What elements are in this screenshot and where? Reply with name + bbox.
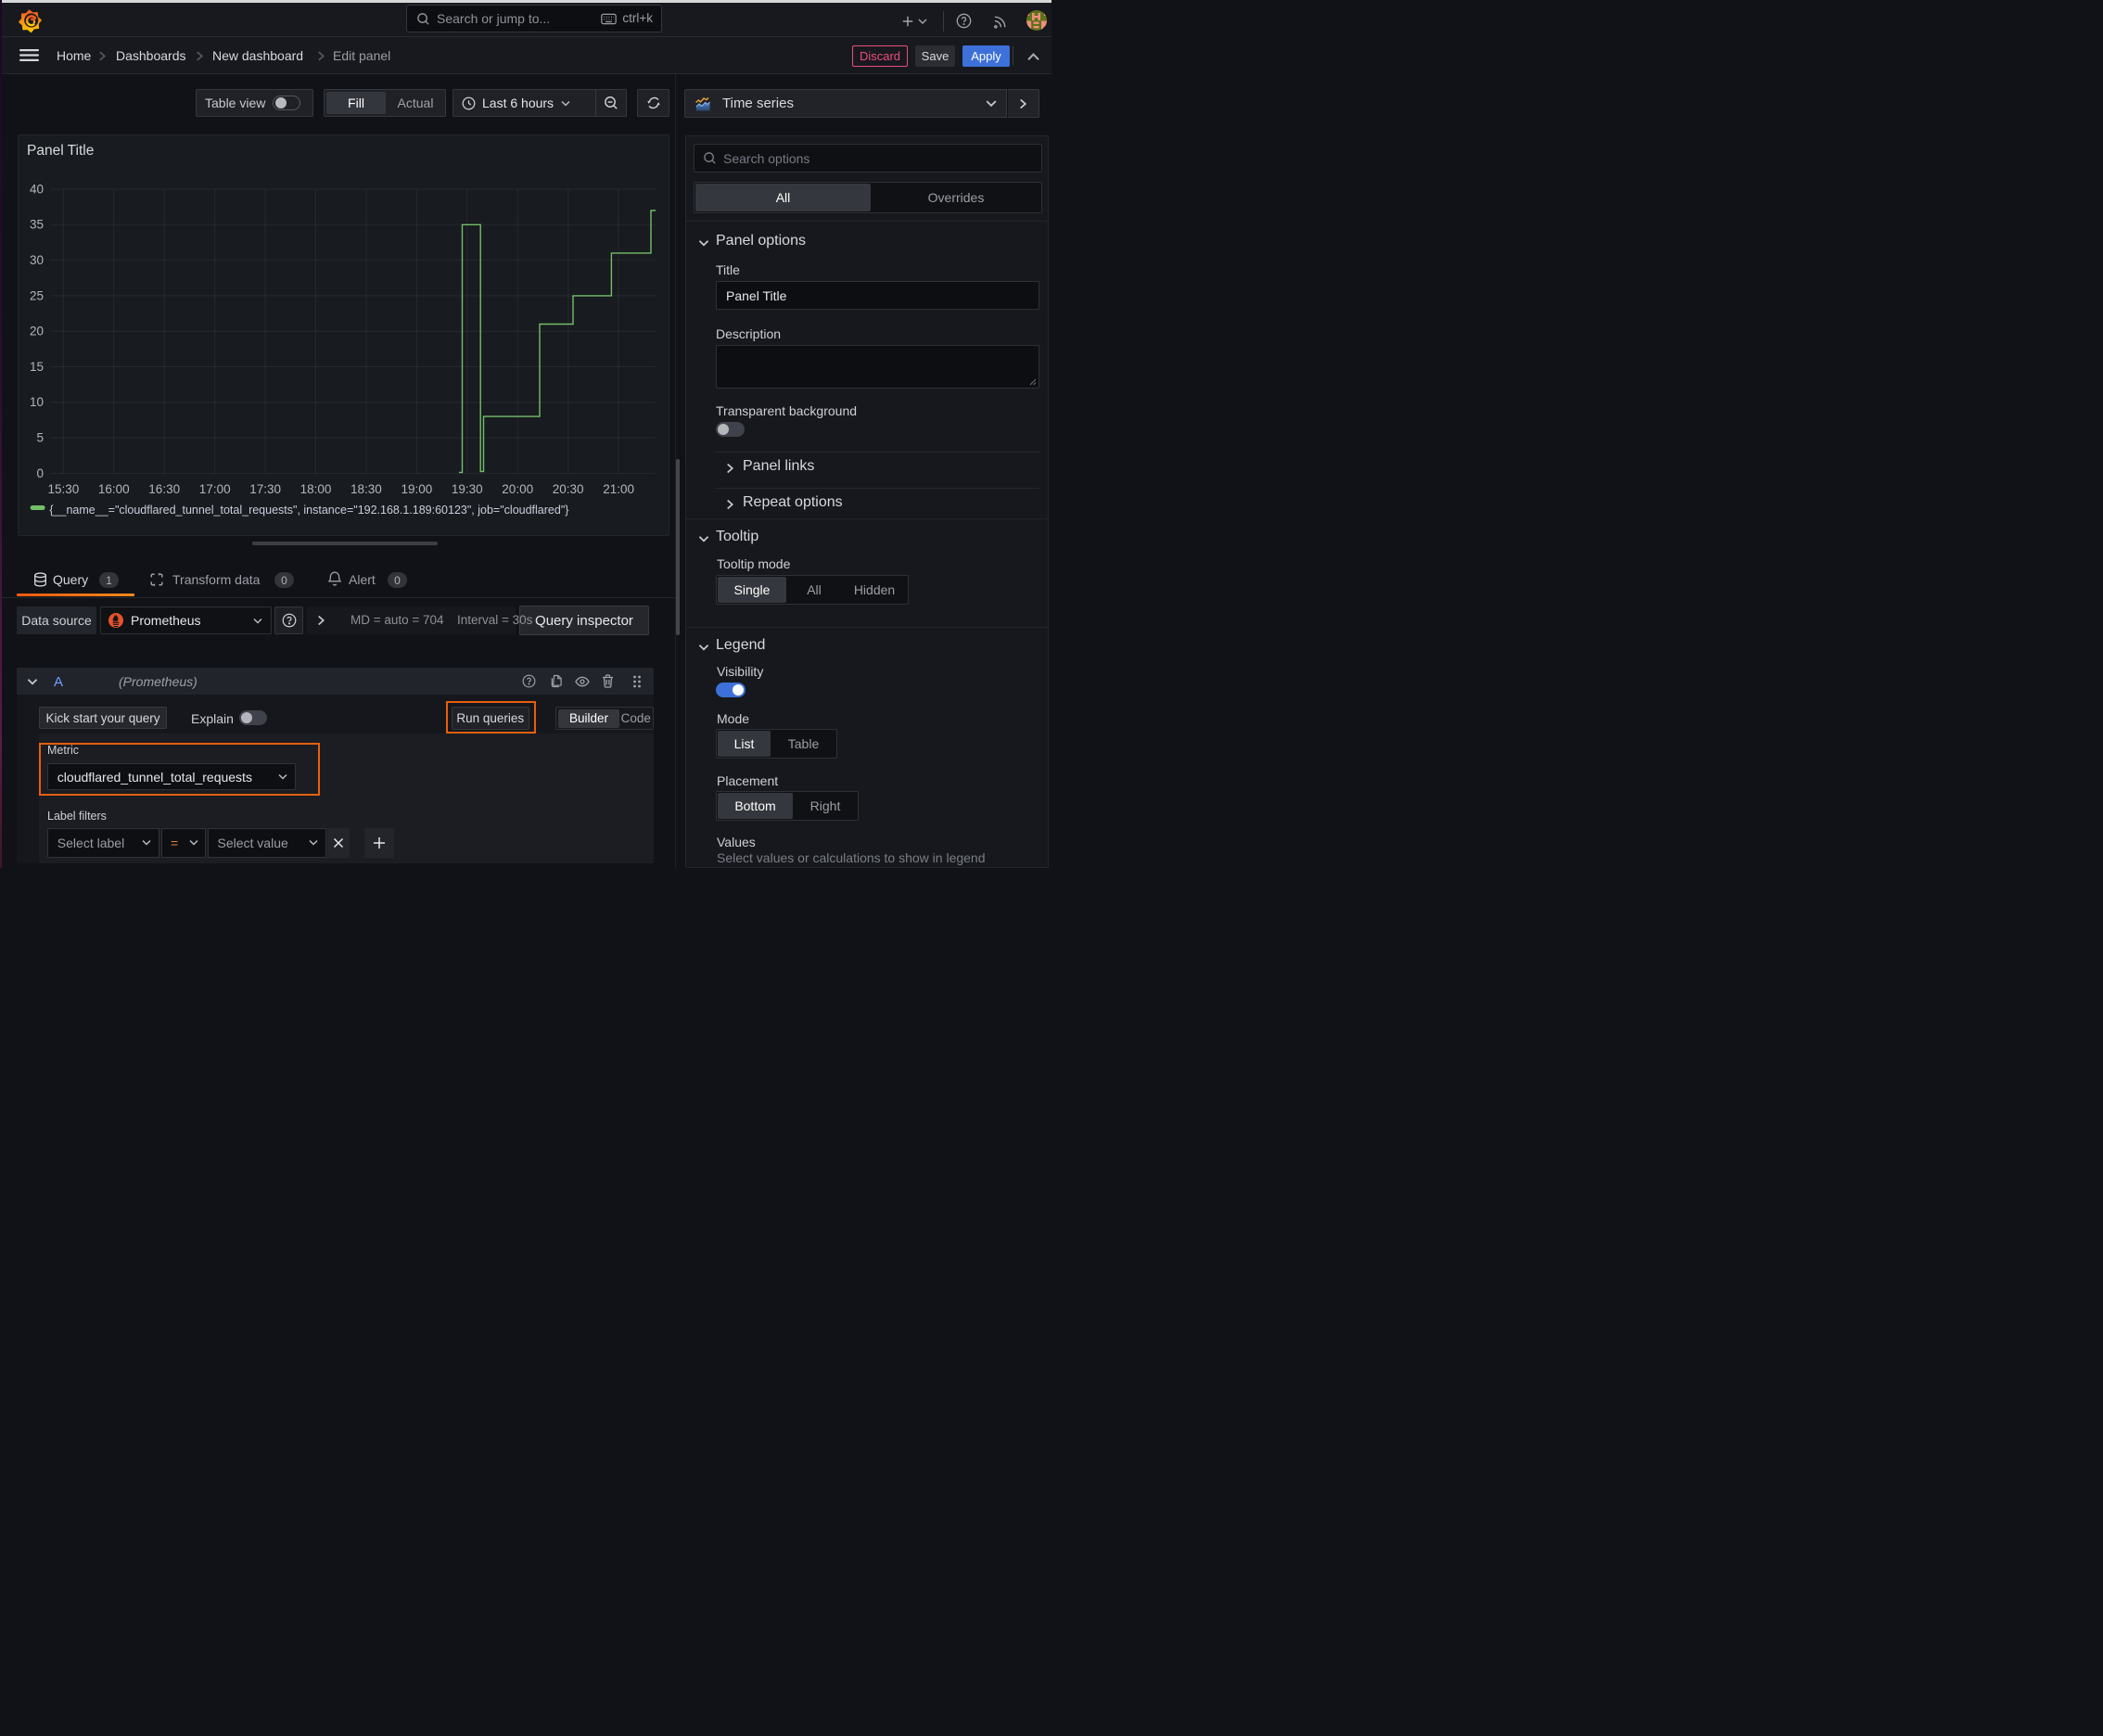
svg-text:16:00: 16:00 xyxy=(98,482,130,496)
svg-text:20: 20 xyxy=(30,325,44,338)
svg-text:5: 5 xyxy=(36,431,44,445)
svg-text:17:00: 17:00 xyxy=(199,482,231,496)
svg-text:19:30: 19:30 xyxy=(452,482,483,496)
svg-text:40: 40 xyxy=(30,182,44,196)
svg-text:18:00: 18:00 xyxy=(300,482,332,496)
svg-text:30: 30 xyxy=(30,253,44,267)
svg-text:21:00: 21:00 xyxy=(603,482,634,496)
svg-text:25: 25 xyxy=(30,288,44,302)
svg-text:10: 10 xyxy=(30,395,44,409)
svg-text:15: 15 xyxy=(30,360,44,374)
svg-text:20:30: 20:30 xyxy=(553,482,584,496)
svg-text:15:30: 15:30 xyxy=(48,482,80,496)
svg-text:{__name__="cloudflared_tunnel_: {__name__="cloudflared_tunnel_total_requ… xyxy=(49,504,568,517)
svg-text:19:00: 19:00 xyxy=(401,482,433,496)
svg-text:18:30: 18:30 xyxy=(350,482,382,496)
svg-text:17:30: 17:30 xyxy=(249,482,281,496)
svg-text:35: 35 xyxy=(30,218,44,232)
svg-text:0: 0 xyxy=(36,466,44,480)
svg-text:20:00: 20:00 xyxy=(502,482,533,496)
svg-text:16:30: 16:30 xyxy=(148,482,180,496)
